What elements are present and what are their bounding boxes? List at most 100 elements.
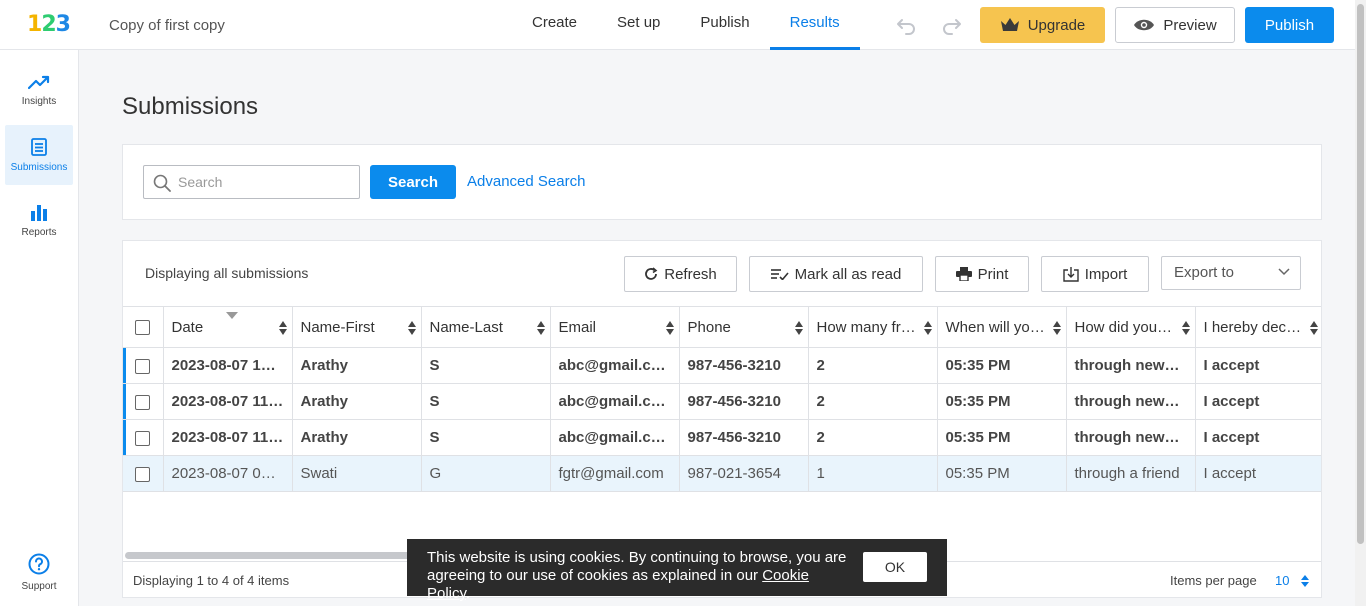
- column-header-label: How did you …: [1074, 318, 1177, 336]
- table-cell: through newsp…: [1066, 347, 1196, 384]
- sidebar-item-label: Reports: [21, 226, 57, 238]
- export-placeholder: Export to: [1174, 264, 1235, 281]
- refresh-label: Refresh: [664, 265, 717, 283]
- row-checkbox[interactable]: [135, 430, 151, 446]
- form-title[interactable]: Copy of first copy: [109, 17, 225, 34]
- table-cell: through a friend: [1066, 455, 1196, 492]
- undo-icon[interactable]: [894, 13, 918, 37]
- row-checkbox[interactable]: [135, 394, 151, 410]
- sort-arrows-icon[interactable]: [407, 321, 416, 335]
- import-button[interactable]: Import: [1041, 256, 1149, 292]
- sort-arrows-icon[interactable]: [1181, 321, 1190, 335]
- search-icon: [153, 174, 171, 192]
- tab-setup[interactable]: Set up: [597, 0, 680, 50]
- refresh-icon: [645, 267, 658, 280]
- import-label: Import: [1084, 265, 1128, 283]
- logo-digit: 2: [41, 12, 56, 37]
- printer-icon: [955, 267, 972, 281]
- row-select-cell: [123, 383, 164, 420]
- sidebar-item-insights[interactable]: Insights: [5, 60, 73, 120]
- horizontal-scrollbar[interactable]: [125, 552, 425, 559]
- column-header-phone[interactable]: Phone: [679, 306, 809, 348]
- crown-icon: [1000, 18, 1019, 31]
- sidebar-item-submissions[interactable]: Submissions: [5, 125, 73, 185]
- sidebar-item-label: Insights: [21, 95, 57, 107]
- page-scrollbar[interactable]: [1355, 0, 1366, 606]
- table-row[interactable]: 2023-08-07 12:1… Arathy S abc@gmail.com …: [123, 347, 1321, 384]
- table-row[interactable]: 2023-08-07 11:5… Arathy S abc@gmail.com …: [123, 383, 1321, 420]
- column-header-date[interactable]: Date: [163, 306, 293, 348]
- table-cell: 05:35 PM: [937, 383, 1067, 420]
- column-header-hereby-declare[interactable]: I hereby decl…: [1195, 306, 1321, 348]
- table-row[interactable]: 2023-08-07 11:3… Arathy S abc@gmail.com …: [123, 419, 1321, 456]
- table-cell: Arathy: [292, 347, 422, 384]
- items-per-page-select[interactable]: 10: [1275, 573, 1310, 588]
- table-cell: 2: [808, 383, 938, 420]
- table-cell: I accept: [1195, 419, 1321, 456]
- table-cell: Arathy: [292, 383, 422, 420]
- sidebar-item-reports[interactable]: Reports: [5, 190, 73, 250]
- table-cell: S: [421, 347, 551, 384]
- column-header-name-last[interactable]: Name-Last: [421, 306, 551, 348]
- list-check-icon: [770, 269, 789, 280]
- row-checkbox[interactable]: [135, 358, 151, 374]
- column-header-when-will[interactable]: When will yo…: [937, 306, 1067, 348]
- logo-digit: 1: [27, 12, 42, 37]
- preview-button[interactable]: Preview: [1115, 7, 1235, 43]
- sort-arrows-icon[interactable]: [278, 321, 287, 335]
- column-header-how-many[interactable]: How many fr…: [808, 306, 938, 348]
- cookie-ok-button[interactable]: OK: [863, 552, 927, 582]
- select-all-checkbox[interactable]: [135, 320, 151, 336]
- preview-label: Preview: [1163, 16, 1217, 34]
- table-cell: 2: [808, 419, 938, 456]
- sort-arrows-icon[interactable]: [794, 321, 803, 335]
- table-cell: abc@gmail.com: [550, 419, 680, 456]
- print-button[interactable]: Print: [935, 256, 1029, 292]
- column-header-name-first[interactable]: Name-First: [292, 306, 422, 348]
- publish-button[interactable]: Publish: [1245, 7, 1334, 43]
- mark-all-read-button[interactable]: Mark all as read: [749, 256, 923, 292]
- table-row[interactable]: 2023-08-07 07:0… Swati G fgtr@gmail.com …: [123, 455, 1321, 492]
- sort-arrows-icon[interactable]: [1309, 321, 1318, 335]
- redo-icon[interactable]: [940, 13, 964, 37]
- mark-all-read-label: Mark all as read: [794, 265, 902, 283]
- top-bar: 123 Copy of first copy Create Set up Pub…: [0, 0, 1355, 50]
- column-header-email[interactable]: Email: [550, 306, 680, 348]
- tab-create[interactable]: Create: [512, 0, 597, 50]
- table-cell: 05:35 PM: [937, 419, 1067, 456]
- sort-arrows-icon[interactable]: [923, 321, 932, 335]
- refresh-button[interactable]: Refresh: [624, 256, 737, 292]
- search-input[interactable]: [178, 166, 356, 198]
- tab-results[interactable]: Results: [769, 0, 860, 50]
- table-header-row: Date Name-First Name-Last Email Phone Ho…: [123, 306, 1321, 348]
- column-header-label: Name-First: [300, 318, 375, 336]
- eye-icon: [1134, 19, 1155, 31]
- items-per-page-value: 10: [1275, 573, 1290, 588]
- app-logo[interactable]: 123: [27, 12, 71, 37]
- select-all-cell: [123, 306, 164, 348]
- sidebar: Insights Submissions Reports Support: [0, 50, 79, 606]
- table-cell: 05:35 PM: [937, 347, 1067, 384]
- search-button[interactable]: Search: [370, 165, 456, 199]
- cookie-suffix: .: [465, 585, 471, 602]
- main-nav: Create Set up Publish Results: [512, 0, 860, 50]
- search-box[interactable]: [143, 165, 360, 199]
- table-cell: abc@gmail.com: [550, 347, 680, 384]
- sort-arrows-icon[interactable]: [665, 321, 674, 335]
- row-checkbox[interactable]: [135, 466, 151, 482]
- upgrade-button[interactable]: Upgrade: [980, 7, 1105, 43]
- table-cell: 987-456-3210: [679, 419, 809, 456]
- table-cell: 05:35 PM: [937, 455, 1067, 492]
- export-select[interactable]: Export to: [1161, 256, 1301, 290]
- advanced-search-link[interactable]: Advanced Search: [467, 173, 585, 190]
- column-header-how-did[interactable]: How did you …: [1066, 306, 1196, 348]
- sort-arrows-icon[interactable]: [536, 321, 545, 335]
- column-header-label: Email: [558, 318, 597, 336]
- sort-arrows-icon[interactable]: [1052, 321, 1061, 335]
- tab-publish[interactable]: Publish: [680, 0, 769, 50]
- column-header-label: Phone: [687, 318, 731, 336]
- search-panel: Search Advanced Search: [122, 144, 1322, 220]
- page-scrollbar-thumb[interactable]: [1357, 4, 1364, 544]
- sidebar-item-support[interactable]: Support: [5, 542, 73, 602]
- page-title: Submissions: [122, 93, 259, 120]
